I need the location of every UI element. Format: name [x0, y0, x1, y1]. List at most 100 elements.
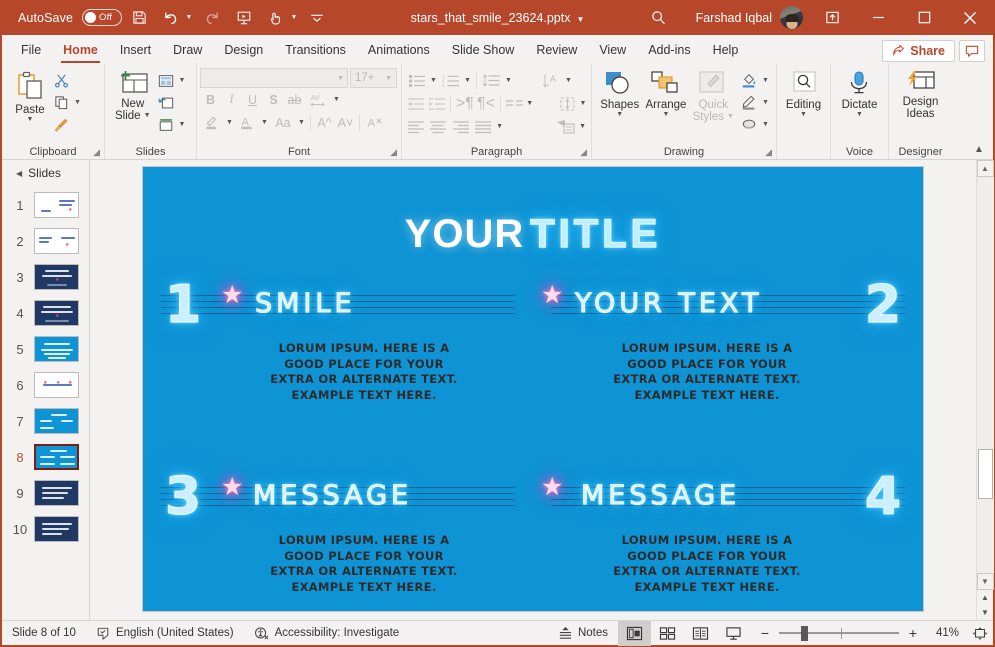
zoom-in-button[interactable]: +	[906, 625, 920, 641]
design-ideas-button[interactable]: Design Ideas	[899, 68, 943, 120]
copy-icon[interactable]	[50, 92, 72, 113]
format-painter-icon[interactable]	[50, 114, 72, 135]
paragraph-dialog-launcher[interactable]: ◢	[580, 147, 587, 158]
clipboard-dialog-launcher[interactable]: ◢	[93, 147, 100, 158]
bullets-dropdown-icon[interactable]: ▼	[428, 70, 439, 91]
center-button[interactable]	[427, 117, 449, 137]
collapse-ribbon-icon[interactable]: ▲	[970, 141, 988, 157]
touch-mode-dropdown-icon[interactable]: ▼	[288, 5, 300, 31]
normal-view-button[interactable]	[618, 621, 651, 646]
thumbnail-slide-3[interactable]: 3 ★	[2, 259, 89, 295]
shape-fill-icon[interactable]	[738, 70, 760, 91]
new-slide-dropdown-icon[interactable]: ▼	[144, 112, 151, 120]
language-status[interactable]: English (United States)	[86, 621, 244, 646]
increase-font-size-button[interactable]: A^	[314, 113, 335, 133]
shape-effects-dropdown-icon[interactable]: ▼	[760, 114, 771, 135]
shape-fill-dropdown-icon[interactable]: ▼	[760, 70, 771, 91]
align-right-button[interactable]	[450, 117, 472, 137]
font-name-dropdown-icon[interactable]: ▼	[337, 75, 344, 82]
align-text-dropdown-icon[interactable]: ▼	[578, 93, 588, 114]
undo-dropdown-icon[interactable]: ▼	[183, 5, 195, 31]
rtl-direction-button[interactable]: ¶<	[475, 94, 496, 114]
quick-styles-button[interactable]: Quick Styles ▼	[691, 68, 736, 123]
slide-show-view-button[interactable]	[717, 621, 750, 646]
slide-thumbnail-list[interactable]: 1 ★ 2 ★	[2, 185, 89, 620]
tab-animations[interactable]: Animations	[357, 37, 441, 63]
thumbnail-slide-5[interactable]: 5	[2, 331, 89, 367]
slide-counter[interactable]: Slide 8 of 10	[2, 621, 86, 646]
smartart-dropdown-icon[interactable]: ▼	[577, 116, 588, 137]
tab-add-ins[interactable]: Add-ins	[637, 37, 701, 63]
editing-button[interactable]: Editing ▼	[782, 68, 825, 119]
collapse-slides-icon[interactable]: ◀	[16, 169, 22, 178]
numbering-dropdown-icon[interactable]: ▼	[462, 70, 473, 91]
thumbnail-slide-6[interactable]: 6 ★ ★ ★	[2, 367, 89, 403]
tab-draw[interactable]: Draw	[162, 37, 213, 63]
touch-mode-icon[interactable]	[261, 5, 291, 31]
tab-view[interactable]: View	[588, 37, 637, 63]
tab-help[interactable]: Help	[702, 37, 750, 63]
font-size-dropdown-icon[interactable]: ▼	[385, 75, 392, 82]
drawing-dialog-launcher[interactable]: ◢	[765, 147, 772, 158]
font-color-dropdown-icon[interactable]: ▼	[259, 112, 270, 133]
vertical-scrollbar[interactable]: ▲ ▼ ▲ ▼	[976, 160, 993, 620]
columns-dropdown-icon[interactable]: ▼	[525, 93, 535, 114]
line-spacing-dropdown-icon[interactable]: ▼	[503, 70, 514, 91]
clear-formatting-button[interactable]: A	[363, 113, 387, 133]
copy-dropdown-icon[interactable]: ▼	[72, 92, 83, 113]
reading-view-button[interactable]	[684, 621, 717, 646]
document-filename[interactable]: stars_that_smile_23624.pptx	[411, 11, 571, 25]
scrollbar-thumb[interactable]	[978, 449, 993, 499]
thumbnail-slide-4[interactable]: 4 ★	[2, 295, 89, 331]
accessibility-status[interactable]: Accessibility: Investigate	[244, 621, 410, 646]
tab-insert[interactable]: Insert	[109, 37, 162, 63]
avatar[interactable]	[780, 6, 803, 29]
zoom-slider[interactable]	[779, 621, 899, 646]
columns-button[interactable]	[503, 94, 524, 114]
new-slide-button[interactable]: New Slide ▼	[111, 68, 155, 122]
editing-dropdown-icon[interactable]: ▼	[800, 111, 807, 119]
underline-button[interactable]: U	[242, 90, 263, 110]
save-icon[interactable]	[124, 5, 154, 31]
slide-title[interactable]: YOURTITLE	[143, 212, 923, 256]
slide-canvas[interactable]: YOURTITLE 1 ★ SMILE	[143, 167, 923, 611]
dictate-dropdown-icon[interactable]: ▼	[856, 111, 863, 119]
tab-file[interactable]: File	[10, 37, 52, 63]
tab-transitions[interactable]: Transitions	[274, 37, 357, 63]
scrollbar-track[interactable]	[977, 177, 994, 573]
strikethrough-button[interactable]: ab	[284, 90, 305, 110]
align-text-button[interactable]	[557, 94, 578, 114]
bullets-button[interactable]	[405, 71, 428, 91]
zoom-out-button[interactable]: −	[758, 625, 772, 641]
ribbon-display-options-icon[interactable]	[809, 0, 855, 35]
shapes-dropdown-icon[interactable]: ▼	[616, 111, 623, 119]
dictate-button[interactable]: Dictate ▼	[838, 68, 882, 119]
font-color-button[interactable]: A	[235, 113, 259, 133]
tab-slide-show[interactable]: Slide Show	[441, 37, 526, 63]
bold-button[interactable]: B	[200, 90, 221, 110]
redo-icon[interactable]	[197, 5, 227, 31]
shape-outline-icon[interactable]	[738, 92, 760, 113]
numbering-button[interactable]: 123	[439, 71, 462, 91]
search-icon[interactable]	[636, 0, 682, 35]
scroll-down-button[interactable]: ▼	[977, 573, 994, 590]
section-icon[interactable]	[155, 114, 177, 135]
share-button[interactable]: Share	[882, 40, 955, 62]
text-shadow-button[interactable]: S	[263, 90, 284, 110]
font-size-input[interactable]: 17+ ▼	[350, 68, 397, 88]
text-highlight-dropdown-icon[interactable]: ▼	[224, 112, 235, 133]
layout-dropdown-icon[interactable]: ▼	[177, 70, 188, 91]
decrease-indent-button[interactable]	[405, 94, 426, 114]
close-button[interactable]	[947, 0, 993, 35]
comments-button[interactable]	[959, 40, 985, 62]
thumbnail-slide-2[interactable]: 2 ★	[2, 223, 89, 259]
content-block-3[interactable]: 3 ★ MESSAGE LORUM IPSUM. HERE IS A GOOD …	[143, 471, 533, 611]
next-slide-button[interactable]: ▼	[977, 605, 994, 620]
paste-dropdown-icon[interactable]: ▼	[27, 116, 34, 124]
cut-icon[interactable]	[50, 70, 72, 91]
tab-home[interactable]: Home	[52, 37, 109, 63]
justify-button[interactable]	[472, 117, 494, 137]
thumbnail-slide-7[interactable]: 7	[2, 403, 89, 439]
shape-effects-icon[interactable]	[738, 114, 760, 135]
content-block-4[interactable]: ★ MESSAGE 4 LORUM IPSUM. HERE IS A GOOD …	[533, 471, 923, 611]
